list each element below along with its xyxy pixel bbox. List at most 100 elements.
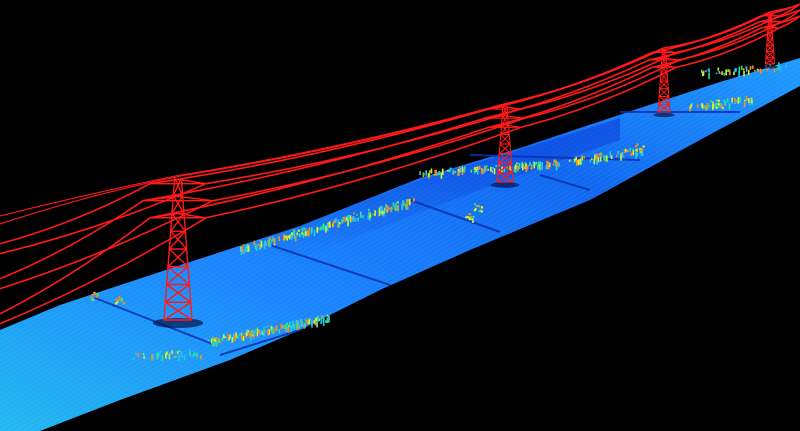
vegetation-point [372,213,375,216]
vegetation-point [495,164,497,168]
vegetation-point [485,165,488,168]
point-cloud-view [0,3,800,431]
vegetation-point [575,159,578,166]
tree-point [468,217,472,221]
tree-point [636,143,639,146]
tree-point [91,293,94,297]
vegetation-point [212,336,214,339]
vegetation-point [413,198,415,202]
vegetation-point [362,216,364,219]
vegetation-point [490,166,492,172]
tree-point [473,203,477,206]
vegetation-point [259,239,261,242]
tree-point [470,215,473,218]
vegetation-point [266,325,268,328]
vegetation-point [380,206,382,212]
vegetation-point [282,324,285,327]
vegetation-point [581,156,583,158]
vegetation-point [367,215,369,220]
vegetation-point [533,162,536,169]
vegetation-point [447,169,449,172]
vegetation-point [701,103,704,109]
vegetation-point [301,227,304,233]
vegetation-point [352,216,355,222]
vegetation-point [307,318,310,321]
vegetation-point [596,158,598,165]
vegetation-point [260,331,262,334]
vegetation-point [259,244,261,250]
vegetation-point [708,68,710,73]
tree-point [472,215,475,219]
vegetation-point [256,328,259,333]
tree-point [639,149,642,152]
vegetation-point [719,72,721,74]
tree-point [114,302,118,305]
vegetation-point [305,320,308,325]
vegetation-point [630,152,633,156]
vegetation-point [391,207,393,210]
vegetation-point [297,320,299,325]
vegetation-point [293,234,296,240]
vegetation-point [304,323,306,329]
vegetation-point [479,165,481,170]
tree-point [642,145,645,148]
vegetation-point [395,202,397,209]
vegetation-point [705,106,707,111]
vegetation-point [303,227,305,231]
vegetation-point [434,170,436,173]
vegetation-point [325,226,327,233]
vegetation-point [429,170,431,173]
vegetation-point [381,205,384,212]
vegetation-point [525,165,528,172]
vegetation-point [705,70,707,73]
vegetation-point [143,356,145,360]
vegetation-point [368,208,370,212]
vegetation-point [272,328,274,334]
vegetation-point [743,70,745,77]
vegetation-point [215,337,217,340]
vegetation-point [350,218,353,222]
tree-point [468,212,471,216]
vegetation-point [558,163,560,166]
vegetation-point [260,243,263,248]
vegetation-point [728,69,731,75]
tree-point [95,295,99,298]
vegetation-point [524,162,527,165]
tree-point [715,106,718,110]
vegetation-point [327,315,330,320]
vegetation-point [609,151,611,156]
vegetation-point [577,159,580,164]
vegetation-point [152,354,154,359]
vegetation-point [473,167,476,171]
vegetation-point [629,147,631,152]
vegetation-point [749,66,752,69]
vegetation-point [773,67,776,73]
vegetation-point [245,245,248,248]
vegetation-point [344,216,346,220]
vegetation-point [766,68,768,71]
vegetation-point [739,96,741,102]
vegetation-point [226,339,229,341]
vegetation-point [374,210,376,217]
vegetation-point [552,163,555,166]
vegetation-point [712,103,714,110]
tree-point [91,297,94,301]
vegetation-point [433,173,436,176]
vegetation-point [405,198,408,203]
lidar-point-cloud-scene [0,0,800,431]
vegetation-point [290,326,292,333]
vegetation-point [278,236,280,241]
vegetation-point [457,171,459,177]
vegetation-point [747,69,750,75]
vegetation-point [735,67,737,72]
vegetation-point [553,159,555,163]
vegetation-point [179,349,181,352]
vegetation-point [165,353,167,359]
vegetation-point [706,102,709,106]
vegetation-point [287,235,290,238]
vegetation-point [356,214,358,216]
vegetation-point [459,167,462,172]
vegetation-point [308,227,311,231]
tree-point [94,292,97,295]
vegetation-point [243,249,246,255]
